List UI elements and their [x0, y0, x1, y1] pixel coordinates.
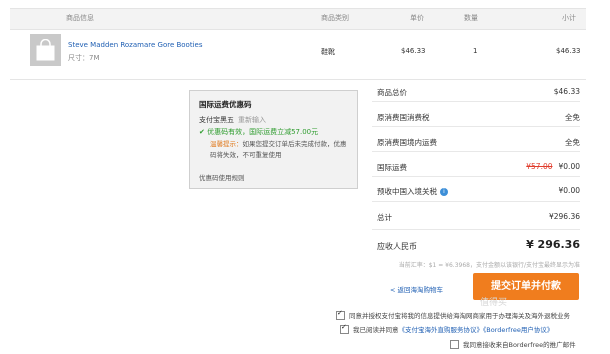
- summary-divider: [372, 176, 580, 177]
- reenter-coupon-link[interactable]: 重新输入: [238, 116, 266, 124]
- product-unit-price: $46.33: [401, 47, 426, 55]
- summary-label-goods: 商品总价: [377, 88, 407, 97]
- product-thumbnail[interactable]: [30, 34, 61, 66]
- summary-label-domestic-shipping: 原消费国境内运费: [377, 138, 437, 147]
- coupon-rules-link[interactable]: 优惠码使用规则: [199, 172, 245, 182]
- agreement-marketing-text: 我同意接收来自Borderfree的推广邮件: [463, 341, 576, 349]
- coupon-code-row: 支付宝黑五 重新输入: [199, 115, 266, 125]
- row-divider: [10, 79, 586, 80]
- rmb-total-value: ¥ 296.36: [526, 238, 580, 251]
- watermark: 值得买: [480, 298, 508, 308]
- alipay-agreement-link[interactable]: 《支付宝海外直购服务协议》: [399, 326, 484, 334]
- summary-label-consumption-tax: 原消费国消费税: [377, 113, 430, 122]
- summary-divider: [372, 151, 580, 152]
- summary-value-consumption-tax: 全免: [565, 113, 580, 122]
- exchange-rate-note: 当前汇率：$1 = ¥6.3968，支付金额以该银行/支付宝最终显示为准: [398, 262, 580, 269]
- table-header-bar: [10, 8, 586, 30]
- summary-divider: [372, 201, 580, 202]
- back-to-cart-link[interactable]: < 返回海淘购物车: [390, 284, 443, 294]
- summary-divider: [372, 101, 580, 102]
- coupon-code: 支付宝黑五: [199, 116, 234, 124]
- summary-label-import-duty: 预收中国入境关税 i: [377, 186, 448, 197]
- header-category: 商品类别: [321, 14, 349, 22]
- info-icon[interactable]: i: [440, 188, 448, 196]
- checkbox-marketing[interactable]: [450, 339, 459, 349]
- header-product: 商品信息: [66, 14, 94, 22]
- checkbox-authorize[interactable]: [336, 309, 345, 320]
- shopping-bag-icon: [36, 39, 55, 61]
- discounted-shipping-price: ¥0.00: [558, 162, 580, 171]
- coupon-warning: 温馨提示：如果您提交订单后未完成付款，优惠码将失效，不可重复使用: [210, 139, 350, 161]
- summary-value-total: ¥296.36: [548, 212, 580, 221]
- header-subtotal: 小计: [562, 14, 576, 22]
- agreement-authorize[interactable]: 同意并授权支付宝将我的信息提供给海淘网商家用于办理海关及海外退税业务: [336, 309, 570, 321]
- product-size: 尺寸：7M: [68, 54, 100, 62]
- summary-value-intl-shipping: ¥57.00 ¥0.00: [526, 162, 580, 171]
- summary-divider: [372, 126, 580, 127]
- rmb-total-label: 应收人民币: [377, 242, 417, 251]
- import-duty-label-text: 预收中国入境关税: [377, 187, 437, 196]
- product-subtotal: $46.33: [556, 47, 581, 55]
- header-unit-price: 单价: [410, 14, 424, 22]
- agreement-authorize-text: 同意并授权支付宝将我的信息提供给海淘网商家用于办理海关及海外退税业务: [349, 312, 570, 320]
- checkbox-terms[interactable]: [340, 323, 349, 334]
- coupon-title: 国际运费优惠码: [199, 100, 252, 109]
- original-shipping-price: ¥57.00: [526, 162, 553, 171]
- product-quantity: 1: [473, 47, 478, 55]
- summary-label-intl-shipping: 国际运费: [377, 163, 407, 172]
- agreement-terms-prefix: 我已阅读并同意: [353, 326, 399, 334]
- product-title-link[interactable]: Steve Madden Rozamare Gore Booties: [68, 41, 203, 49]
- agreement-terms[interactable]: 我已阅读并同意《支付宝海外直购服务协议》《Borderfree用户协议》: [340, 323, 553, 335]
- borderfree-agreement-link[interactable]: 《Borderfree用户协议》: [483, 326, 553, 334]
- coupon-success-message: ✔ 优惠码有效，国际运费立减57.00元: [199, 128, 319, 136]
- agreement-marketing[interactable]: 我同意接收来自Borderfree的推广邮件: [450, 339, 576, 350]
- header-quantity: 数量: [464, 14, 478, 22]
- summary-value-domestic-shipping: 全免: [565, 138, 580, 147]
- summary-divider: [372, 229, 580, 230]
- summary-value-import-duty: ¥0.00: [558, 186, 580, 195]
- summary-value-goods: $46.33: [553, 87, 580, 96]
- product-category: 鞋靴: [321, 48, 335, 56]
- coupon-warning-label: 温馨提示：: [210, 140, 243, 148]
- summary-label-total: 总计: [377, 213, 392, 222]
